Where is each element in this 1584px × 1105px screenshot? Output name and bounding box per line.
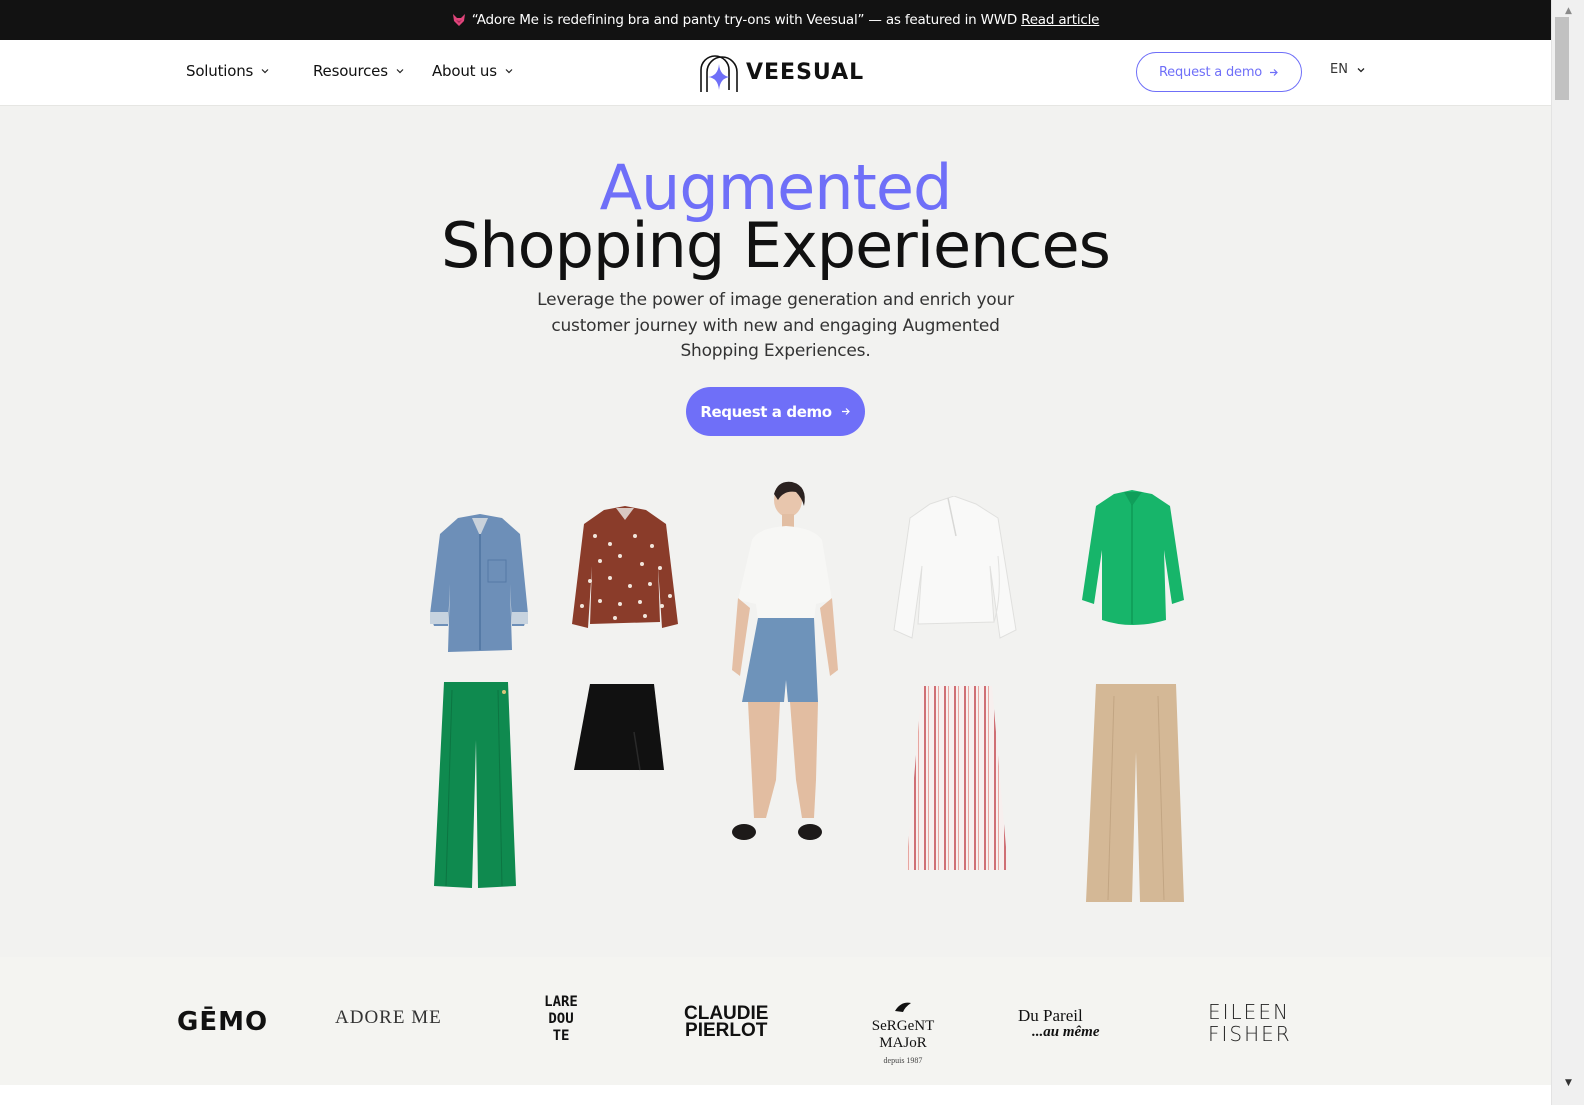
green-shirt-image[interactable] bbox=[1080, 490, 1186, 628]
striped-skirt-image[interactable] bbox=[902, 684, 1012, 874]
read-article-link[interactable]: Read article bbox=[1021, 12, 1099, 28]
adore-me-fox-icon bbox=[452, 14, 465, 26]
nav-solutions-label: Solutions bbox=[186, 62, 254, 80]
chevron-down-icon bbox=[1357, 67, 1365, 72]
eileen-fisher-line: EILEEN bbox=[1208, 1000, 1290, 1024]
beige-trousers-image[interactable] bbox=[1084, 682, 1186, 906]
polka-dot-blouse-image[interactable] bbox=[570, 506, 680, 632]
announcement-text: “Adore Me is redefining bra and panty tr… bbox=[471, 12, 1018, 28]
white-ruffle-blouse-image[interactable] bbox=[890, 496, 1020, 642]
nav-solutions[interactable]: Solutions bbox=[186, 62, 270, 80]
scroll-down-arrow-icon[interactable]: ▼ bbox=[1552, 1076, 1584, 1090]
chevron-down-icon bbox=[261, 69, 269, 74]
nav-resources-label: Resources bbox=[313, 62, 388, 80]
announcement-bar: “Adore Me is redefining bra and panty tr… bbox=[0, 0, 1551, 40]
brand-logos-strip: GĒMO ADORE ME LARE DOU TE CLAUDIE PIERLO… bbox=[0, 957, 1551, 1085]
veesual-logo[interactable]: VEESUAL bbox=[698, 50, 864, 94]
sergent-major-name: SeRGeNT MAJoR bbox=[871, 1018, 935, 1051]
du-pareil-line: Du Pareil bbox=[1018, 1006, 1083, 1025]
language-label: EN bbox=[1330, 62, 1348, 77]
sergent-major-bird-icon bbox=[895, 1002, 911, 1012]
sergent-major-tagline: depuis 1987 bbox=[883, 1056, 923, 1065]
request-demo-header-label: Request a demo bbox=[1158, 64, 1263, 80]
brand-logo-eileen-fisher: EILEEN FISHER bbox=[1208, 1001, 1292, 1045]
nav-about-us-label: About us bbox=[432, 62, 497, 80]
next-section-edge bbox=[0, 1085, 1551, 1105]
black-skirt-image[interactable] bbox=[570, 682, 666, 772]
arrow-right-icon bbox=[841, 408, 850, 415]
vertical-scrollbar[interactable]: ▲ ▼ bbox=[1551, 0, 1584, 1105]
request-demo-header-button[interactable]: Request a demo bbox=[1136, 52, 1302, 92]
site-header: Solutions Resources About us VEESUAL Req… bbox=[0, 40, 1551, 106]
veesual-logo-icon bbox=[700, 55, 738, 92]
brand-logo-du-pareil-au-meme: Du Pareil ...au même bbox=[1018, 1007, 1136, 1041]
la-redoute-line: LARE bbox=[544, 994, 578, 1010]
logo-text: VEESUAL bbox=[746, 59, 865, 85]
model-image[interactable] bbox=[722, 480, 846, 844]
claudie-pierlot-line: PIERLOT bbox=[685, 1020, 768, 1041]
nav-resources[interactable]: Resources bbox=[313, 62, 405, 80]
brand-logo-gemo: GĒMO bbox=[177, 1007, 269, 1037]
page: “Adore Me is redefining bra and panty tr… bbox=[0, 0, 1551, 1105]
scroll-up-arrow-icon[interactable]: ▲ bbox=[1552, 4, 1584, 18]
la-redoute-line: TE bbox=[552, 1028, 570, 1044]
brand-logo-la-redoute: LARE DOU TE bbox=[533, 994, 589, 1045]
language-selector[interactable]: EN bbox=[1330, 62, 1366, 77]
brand-logo-adore-me: ADORE ME bbox=[335, 1007, 442, 1028]
hero-title-main: Shopping Experiences bbox=[441, 209, 1111, 282]
arrow-right-icon bbox=[1270, 68, 1278, 76]
brand-logo-sergent-major: SeRGeNT MAJoR depuis 1987 bbox=[848, 1001, 958, 1069]
request-demo-hero-button[interactable]: Request a demo bbox=[686, 387, 865, 436]
nav-about-us[interactable]: About us bbox=[432, 62, 514, 80]
au-meme-line: ...au même bbox=[1032, 1024, 1100, 1040]
hero-subtitle: Leverage the power of image generation a… bbox=[537, 290, 1014, 361]
chevron-down-icon bbox=[505, 69, 513, 74]
request-demo-hero-label: Request a demo bbox=[700, 402, 832, 421]
scrollbar-thumb[interactable] bbox=[1555, 17, 1569, 100]
denim-shirt-image[interactable] bbox=[428, 514, 532, 654]
brand-logo-claudie-pierlot: CLAUDIE PIERLOT bbox=[684, 1004, 768, 1041]
green-trousers-image[interactable] bbox=[432, 680, 518, 890]
la-redoute-line: DOU bbox=[548, 1011, 574, 1027]
chevron-down-icon bbox=[396, 69, 404, 74]
eileen-fisher-line: FISHER bbox=[1208, 1022, 1292, 1046]
